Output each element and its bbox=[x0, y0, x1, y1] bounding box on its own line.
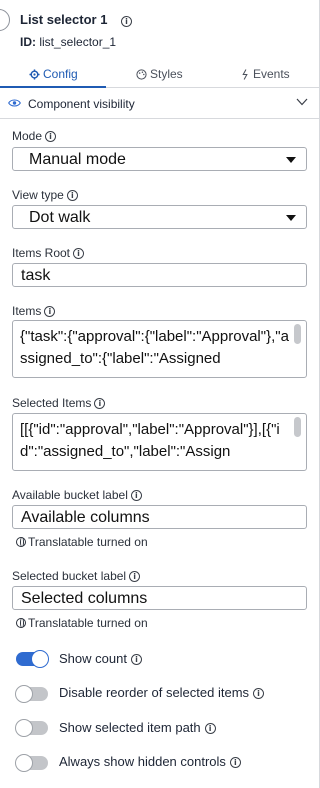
always-show-hidden-text: Always show hidden controls bbox=[59, 754, 226, 769]
mode-select[interactable]: Manual mode bbox=[12, 147, 307, 171]
disable-reorder-text: Disable reorder of selected items bbox=[59, 685, 250, 700]
tab-events[interactable]: Events bbox=[241, 67, 290, 81]
lightning-icon bbox=[242, 69, 248, 80]
component-id-value: list_selector_1 bbox=[39, 35, 117, 49]
selected-items-textarea[interactable]: [[{"id":"approval","label":"Approval"}],… bbox=[12, 413, 307, 471]
items-root-input[interactable]: task bbox=[12, 263, 307, 287]
show-count-text: Show count bbox=[59, 651, 127, 666]
available-bucket-value: Available columns bbox=[21, 509, 150, 526]
available-translatable-text: Translatable turned on bbox=[28, 535, 148, 549]
selected-items-label-text: Selected Items bbox=[12, 396, 92, 410]
tab-bar: Config Styles Events bbox=[0, 60, 320, 88]
config-panel: List selector 1 i ID: list_selector_1 Co… bbox=[0, 0, 320, 788]
info-icon[interactable]: i bbox=[130, 490, 142, 502]
info-icon[interactable]: i bbox=[130, 654, 142, 666]
gear-icon bbox=[29, 69, 40, 80]
palette-icon bbox=[136, 69, 147, 80]
info-icon[interactable]: i bbox=[229, 757, 241, 769]
available-bucket-label: Available bucket label i bbox=[12, 488, 142, 502]
selected-bucket-value: Selected columns bbox=[21, 590, 148, 607]
dropdown-caret-icon bbox=[286, 215, 296, 221]
items-root-label-text: Items Root bbox=[12, 246, 71, 260]
info-icon[interactable]: i bbox=[129, 571, 141, 583]
items-scrollbar[interactable] bbox=[294, 324, 301, 344]
items-root-label: Items Root i bbox=[12, 246, 85, 260]
info-icon[interactable]: i bbox=[253, 688, 265, 700]
tab-events-label: Events bbox=[253, 67, 290, 81]
chevron-down-icon bbox=[296, 98, 308, 106]
eye-icon bbox=[8, 99, 21, 107]
component-id: ID: list_selector_1 bbox=[20, 35, 116, 49]
mode-select-value: Manual mode bbox=[29, 151, 126, 168]
component-id-label: ID: bbox=[20, 35, 36, 49]
show-count-toggle[interactable] bbox=[16, 650, 49, 668]
view-type-label: View type i bbox=[12, 188, 78, 202]
toggle-knob bbox=[15, 754, 33, 772]
info-icon[interactable]: i bbox=[44, 306, 56, 318]
selected-bucket-input[interactable]: Selected columns bbox=[12, 586, 307, 610]
show-selected-path-toggle[interactable] bbox=[15, 719, 48, 737]
active-tab-indicator bbox=[0, 86, 106, 88]
component-visibility-label: Component visibility bbox=[28, 97, 135, 111]
toggle-knob bbox=[31, 650, 49, 668]
mode-label: Mode i bbox=[12, 129, 57, 143]
selected-translatable-note: Translatable turned on bbox=[16, 616, 148, 630]
available-translatable-note: Translatable turned on bbox=[16, 535, 148, 549]
selected-items-scrollbar[interactable] bbox=[294, 417, 301, 437]
dropdown-caret-icon bbox=[286, 157, 296, 163]
component-title: List selector 1 bbox=[20, 12, 108, 27]
view-type-label-text: View type bbox=[12, 188, 64, 202]
tab-config-label: Config bbox=[43, 67, 78, 81]
mode-label-text: Mode bbox=[12, 129, 43, 143]
globe-icon bbox=[16, 537, 26, 547]
show-selected-path-label: Show selected item path i bbox=[59, 720, 216, 735]
selected-items-value: [[{"id":"approval","label":"Approval"}],… bbox=[20, 421, 280, 460]
globe-icon bbox=[16, 618, 26, 628]
available-bucket-input[interactable]: Available columns bbox=[12, 505, 307, 529]
tab-styles[interactable]: Styles bbox=[136, 67, 183, 81]
available-bucket-label-text: Available bucket label bbox=[12, 488, 128, 502]
show-count-label: Show count i bbox=[59, 651, 142, 666]
toggle-knob bbox=[15, 685, 33, 703]
info-icon[interactable]: i bbox=[94, 398, 106, 410]
toggle-knob bbox=[15, 719, 33, 737]
always-show-hidden-label: Always show hidden controls i bbox=[59, 754, 241, 769]
items-root-value: task bbox=[21, 267, 51, 284]
component-visibility-section[interactable]: Component visibility bbox=[0, 89, 320, 119]
tab-config[interactable]: Config bbox=[29, 67, 78, 81]
show-selected-path-text: Show selected item path bbox=[59, 720, 201, 735]
disable-reorder-toggle[interactable] bbox=[15, 685, 48, 703]
info-icon[interactable]: i bbox=[204, 723, 216, 735]
items-textarea[interactable]: {"task":{"approval":{"label":"Approval"}… bbox=[12, 320, 307, 378]
view-type-select-value: Dot walk bbox=[29, 209, 91, 226]
view-type-select[interactable]: Dot walk bbox=[12, 205, 307, 229]
selected-translatable-text: Translatable turned on bbox=[28, 616, 148, 630]
tab-styles-label: Styles bbox=[150, 67, 183, 81]
disable-reorder-label: Disable reorder of selected items i bbox=[59, 685, 265, 700]
selected-bucket-label: Selected bucket label i bbox=[12, 569, 141, 583]
always-show-hidden-toggle[interactable] bbox=[15, 754, 48, 772]
items-value: {"task":{"approval":{"label":"Approval"}… bbox=[20, 328, 289, 367]
info-icon[interactable]: i bbox=[121, 16, 132, 27]
collapse-panel-button[interactable] bbox=[0, 9, 10, 31]
selected-bucket-label-text: Selected bucket label bbox=[12, 569, 127, 583]
info-icon[interactable]: i bbox=[45, 131, 57, 143]
info-icon[interactable]: i bbox=[73, 248, 85, 260]
items-label: Items i bbox=[12, 304, 56, 318]
selected-items-label: Selected Items i bbox=[12, 396, 106, 410]
info-icon[interactable]: i bbox=[66, 190, 78, 202]
items-label-text: Items bbox=[12, 304, 42, 318]
